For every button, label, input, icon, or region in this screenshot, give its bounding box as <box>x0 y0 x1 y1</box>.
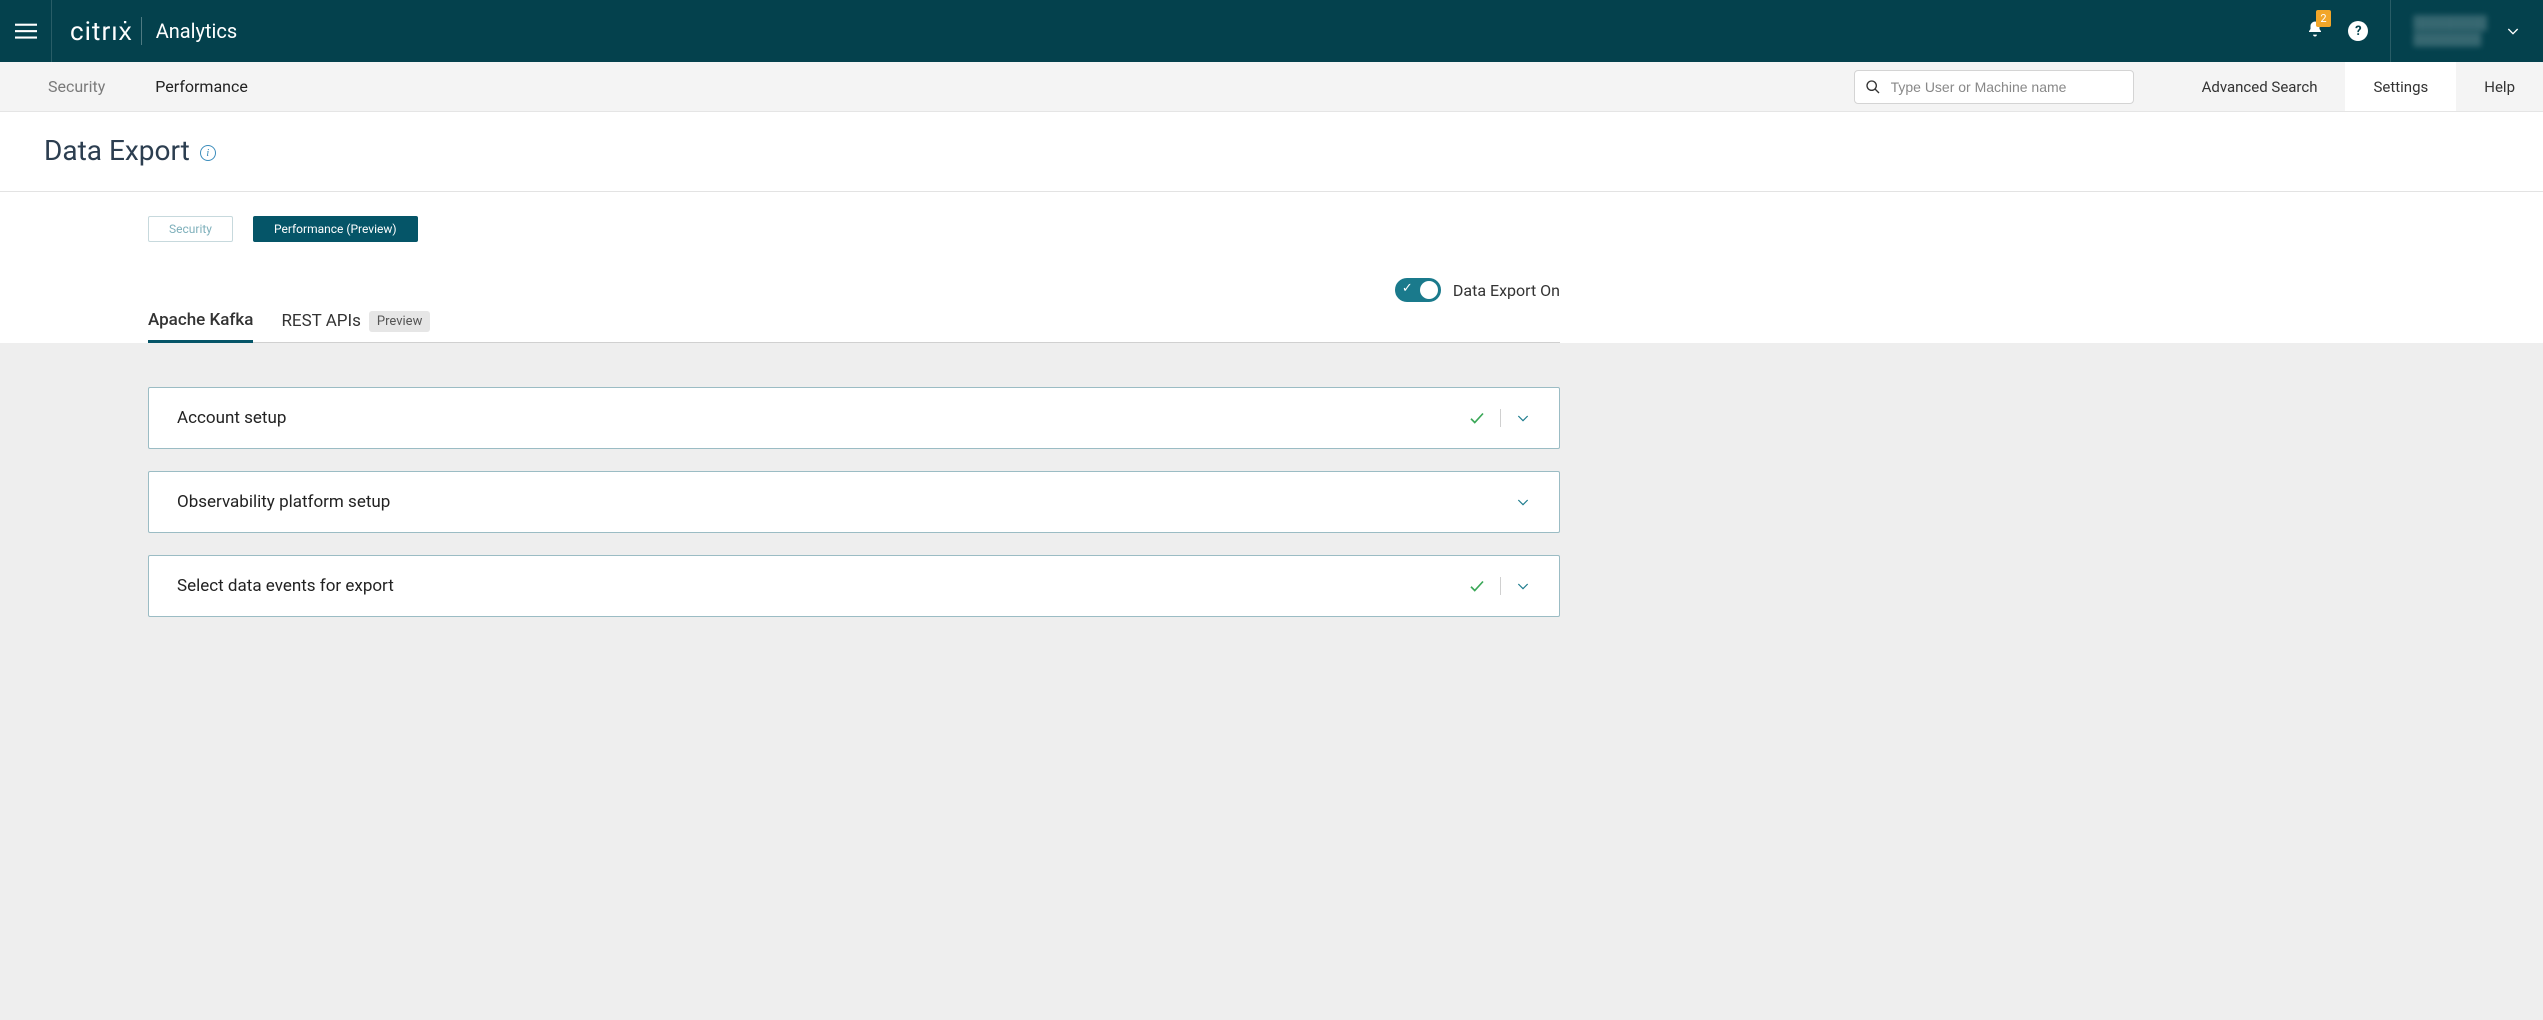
panel-actions <box>1468 409 1531 427</box>
brand-logo: citrıẋ <box>70 16 133 47</box>
chevron-down-icon <box>2505 23 2521 39</box>
separator <box>1500 577 1501 595</box>
toggle-knob <box>1420 281 1438 299</box>
search-input[interactable] <box>1891 79 2123 95</box>
user-menu[interactable]: ████████ ████████ <box>2390 0 2543 62</box>
checkmark-icon <box>1468 577 1486 595</box>
checkmark-icon <box>1468 409 1486 427</box>
panel-actions <box>1468 577 1531 595</box>
search-icon <box>1865 79 1881 95</box>
data-export-toggle[interactable]: ✓ <box>1395 278 1441 302</box>
info-icon[interactable]: i <box>200 145 216 161</box>
toggle-label: Data Export On <box>1453 281 1560 300</box>
user-name: ████████ <box>2413 16 2487 32</box>
export-tabs: Apache Kafka REST APIs Preview <box>148 310 1560 343</box>
panel-title: Observability platform setup <box>177 492 1515 512</box>
chevron-down-icon[interactable] <box>1515 494 1531 510</box>
settings-link[interactable]: Settings <box>2345 62 2456 111</box>
subnav-tab-security[interactable]: Security <box>48 77 105 96</box>
content-area: Security Performance (Preview) ✓ Data Ex… <box>0 192 2543 343</box>
notification-count: 2 <box>2316 10 2330 27</box>
pill-performance[interactable]: Performance (Preview) <box>253 216 418 242</box>
search-box[interactable] <box>1854 70 2134 104</box>
panel-title: Account setup <box>177 408 1468 428</box>
preview-badge: Preview <box>369 311 430 332</box>
user-info: ████████ ████████ <box>2413 16 2487 46</box>
help-button[interactable]: ? <box>2348 21 2368 41</box>
page-title-bar: Data Export i <box>0 112 2543 192</box>
product-name: Analytics <box>156 19 238 43</box>
brand-divider <box>141 17 142 45</box>
chevron-down-icon[interactable] <box>1515 578 1531 594</box>
menu-button[interactable] <box>0 0 52 62</box>
chevron-down-icon[interactable] <box>1515 410 1531 426</box>
panel-select-events[interactable]: Select data events for export <box>148 555 1560 617</box>
notifications-button[interactable]: 2 <box>2306 20 2324 42</box>
toggle-row: ✓ Data Export On <box>148 278 1560 302</box>
hamburger-icon <box>15 20 37 42</box>
separator <box>1500 409 1501 427</box>
page-title: Data Export <box>44 134 190 167</box>
panel-account-setup[interactable]: Account setup <box>148 387 1560 449</box>
tab-rest[interactable]: REST APIs Preview <box>281 311 430 342</box>
subnav-tab-performance[interactable]: Performance <box>155 77 248 96</box>
help-link[interactable]: Help <box>2456 62 2543 111</box>
pill-security[interactable]: Security <box>148 216 233 242</box>
tab-kafka[interactable]: Apache Kafka <box>148 310 253 343</box>
pill-tabs: Security Performance (Preview) <box>148 216 1560 242</box>
panel-title: Select data events for export <box>177 576 1468 596</box>
panel-actions <box>1515 494 1531 510</box>
panels-area: Account setup Observability platform set… <box>0 343 2543 667</box>
check-icon: ✓ <box>1402 281 1413 296</box>
user-org: ████████ <box>2413 32 2487 46</box>
sub-nav: Security Performance Advanced Search Set… <box>0 62 2543 112</box>
panel-observability[interactable]: Observability platform setup <box>148 471 1560 533</box>
top-bar: citrıẋ Analytics 2 ? ████████ ████████ <box>0 0 2543 62</box>
advanced-search-link[interactable]: Advanced Search <box>2174 62 2346 111</box>
tab-rest-label: REST APIs <box>281 311 360 331</box>
brand-block: citrıẋ Analytics <box>52 16 237 47</box>
